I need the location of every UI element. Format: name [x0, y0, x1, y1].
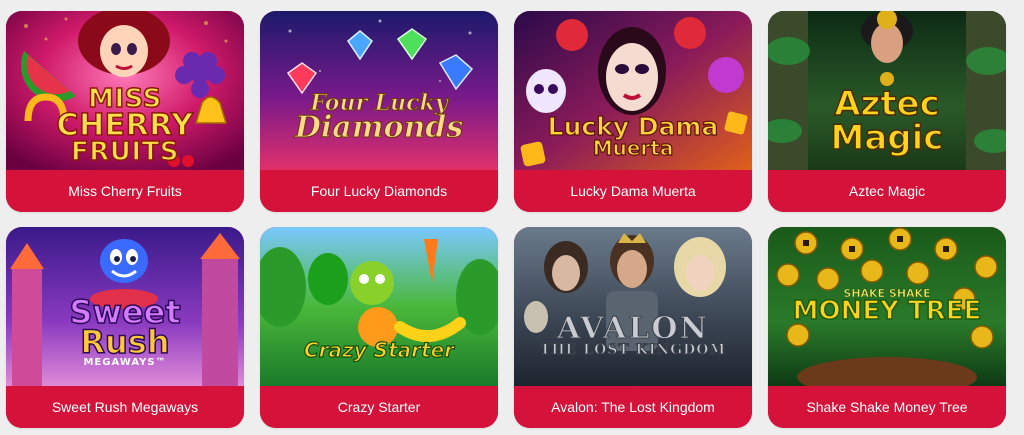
game-title[interactable]: Four Lucky Diamonds [260, 170, 498, 212]
game-artwork [514, 11, 752, 170]
game-thumbnail[interactable]: AVALON THE LOST KINGDOM [514, 227, 752, 386]
game-thumbnail[interactable]: MISS CHERRY FRUITS [6, 11, 244, 170]
game-title[interactable]: Aztec Magic [768, 170, 1006, 212]
game-title[interactable]: Shake Shake Money Tree [768, 386, 1006, 428]
game-title[interactable]: Lucky Dama Muerta [514, 170, 752, 212]
game-artwork [6, 227, 244, 386]
game-artwork [260, 227, 498, 386]
game-thumbnail[interactable]: Aztec Magic [768, 11, 1006, 170]
game-title[interactable]: Crazy Starter [260, 386, 498, 428]
game-grid: MISS CHERRY FRUITS Miss Cherry Fruits Fo… [6, 11, 1006, 428]
game-artwork [514, 227, 752, 386]
game-card-lucky-dama-muerta[interactable]: Lucky Dama Muerta Lucky Dama Muerta [514, 11, 752, 212]
game-card-crazy-starter[interactable]: Crazy Starter Crazy Starter [260, 227, 498, 428]
game-artwork [768, 11, 1006, 170]
game-thumbnail[interactable]: Four Lucky Diamonds [260, 11, 498, 170]
game-artwork [260, 11, 498, 170]
game-artwork [768, 227, 1006, 386]
game-card-four-lucky-diamonds[interactable]: Four Lucky Diamonds Four Lucky Diamonds [260, 11, 498, 212]
game-title[interactable]: Sweet Rush Megaways [6, 386, 244, 428]
game-artwork [6, 11, 244, 170]
game-thumbnail[interactable]: SHAKE SHAKE MONEY TREE [768, 227, 1006, 386]
game-thumbnail[interactable]: Crazy Starter [260, 227, 498, 386]
game-card-shake-shake-money-tree[interactable]: SHAKE SHAKE MONEY TREE Shake Shake Money… [768, 227, 1006, 428]
game-card-miss-cherry-fruits[interactable]: MISS CHERRY FRUITS Miss Cherry Fruits [6, 11, 244, 212]
game-title[interactable]: Miss Cherry Fruits [6, 170, 244, 212]
game-card-avalon-the-lost-kingdom[interactable]: AVALON THE LOST KINGDOM Avalon: The Lost… [514, 227, 752, 428]
game-card-sweet-rush-megaways[interactable]: Sweet Rush MEGAWAYS™ Sweet Rush Megaways [6, 227, 244, 428]
game-card-aztec-magic[interactable]: Aztec Magic Aztec Magic [768, 11, 1006, 212]
game-title[interactable]: Avalon: The Lost Kingdom [514, 386, 752, 428]
game-thumbnail[interactable]: Sweet Rush MEGAWAYS™ [6, 227, 244, 386]
game-thumbnail[interactable]: Lucky Dama Muerta [514, 11, 752, 170]
